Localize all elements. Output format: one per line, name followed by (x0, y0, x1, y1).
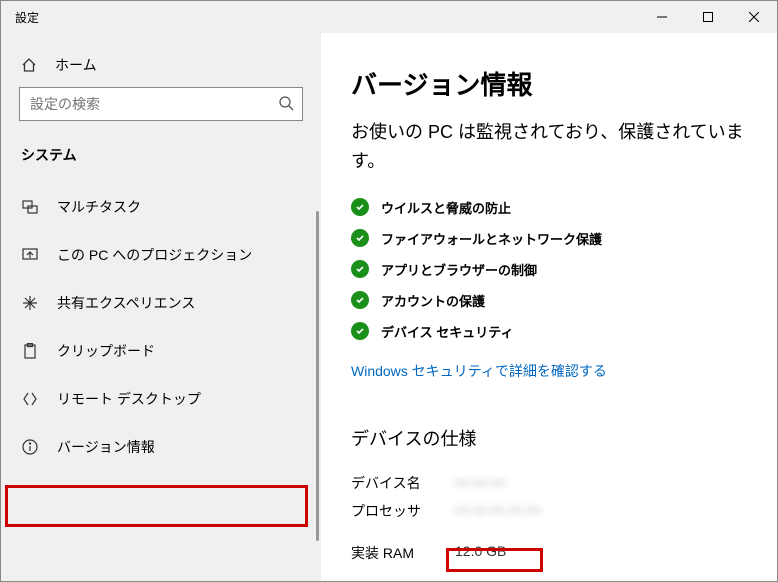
sidebar-item-label: 共有エクスペリエンス (57, 293, 195, 313)
check-icon (351, 260, 369, 278)
sidebar-item-clipboard[interactable]: クリップボード (1, 327, 321, 375)
check-icon (351, 229, 369, 247)
sidebar-item-projection[interactable]: この PC へのプロジェクション (1, 231, 321, 279)
main-content: バージョン情報 お使いの PC は監視されており、保護されています。 ウイルスと… (321, 33, 777, 581)
sidebar-item-label: クリップボード (57, 341, 155, 361)
sidebar-section-label: システム (1, 131, 321, 183)
security-details-link[interactable]: Windows セキュリティで詳細を確認する (351, 361, 745, 381)
info-icon (21, 438, 39, 456)
home-label: ホーム (55, 55, 97, 75)
device-spec-heading: デバイスの仕様 (351, 425, 745, 451)
sidebar-item-label: マルチタスク (57, 197, 141, 217)
sidebar-item-label: リモート デスクトップ (57, 389, 201, 409)
search-input[interactable] (28, 95, 278, 113)
sidebar: ホーム システム マルチタスク この PC へのプロジェクション (1, 33, 321, 581)
spec-label: デバイス名 (351, 473, 455, 493)
projection-icon (21, 246, 39, 264)
spec-label: プロセッサ (351, 501, 455, 521)
annotation-highlight-about (5, 485, 308, 527)
spec-row-ram: 実装 RAM 12.0 GB (351, 539, 745, 567)
check-icon (351, 291, 369, 309)
security-item-label: ウイルスと脅威の防止 (381, 198, 511, 217)
check-icon (351, 322, 369, 340)
security-item-label: アプリとブラウザーの制御 (381, 260, 537, 279)
sidebar-item-label: バージョン情報 (57, 437, 155, 457)
security-item-label: デバイス セキュリティ (381, 322, 513, 341)
security-item-label: ファイアウォールとネットワーク保護 (381, 229, 602, 248)
sidebar-item-shared-exp[interactable]: 共有エクスペリエンス (1, 279, 321, 327)
sidebar-item-remote-desktop[interactable]: リモート デスクトップ (1, 375, 321, 423)
security-item-app-browser: アプリとブラウザーの制御 (351, 254, 745, 285)
check-icon (351, 198, 369, 216)
search-icon (278, 95, 294, 114)
sidebar-item-label: この PC へのプロジェクション (57, 245, 252, 265)
sidebar-item-about[interactable]: バージョン情報 (1, 423, 321, 471)
page-title: バージョン情報 (351, 65, 745, 102)
security-item-virus: ウイルスと脅威の防止 (351, 192, 745, 223)
remote-desktop-icon (21, 390, 39, 408)
security-item-device: デバイス セキュリティ (351, 316, 745, 347)
security-item-account: アカウントの保護 (351, 285, 745, 316)
protection-status-text: お使いの PC は監視されており、保護されています。 (351, 118, 745, 176)
spec-label: 実装 RAM (351, 543, 455, 563)
security-item-firewall: ファイアウォールとネットワーク保護 (351, 223, 745, 254)
sidebar-item-multitask[interactable]: マルチタスク (1, 183, 321, 231)
clipboard-icon (21, 342, 39, 360)
spec-value-redacted: — — — — — (455, 501, 541, 521)
home-icon (21, 57, 37, 73)
spec-row-processor: プロセッサ — — — — — (351, 497, 745, 525)
spec-value-ram: 12.0 GB (455, 543, 506, 563)
window-title: 設定 (15, 9, 39, 26)
shared-exp-icon (21, 294, 39, 312)
minimize-button[interactable] (639, 1, 685, 33)
security-item-label: アカウントの保護 (381, 291, 485, 310)
close-button[interactable] (731, 1, 777, 33)
titlebar: 設定 (1, 1, 777, 33)
spec-row-device-name: デバイス名 — — — (351, 469, 745, 497)
search-box[interactable] (19, 87, 303, 121)
spec-value-redacted: — — — (455, 473, 505, 493)
home-nav[interactable]: ホーム (1, 43, 321, 87)
sidebar-scrollbar[interactable] (316, 211, 319, 541)
window-controls (639, 1, 777, 33)
maximize-button[interactable] (685, 1, 731, 33)
multitask-icon (21, 198, 39, 216)
